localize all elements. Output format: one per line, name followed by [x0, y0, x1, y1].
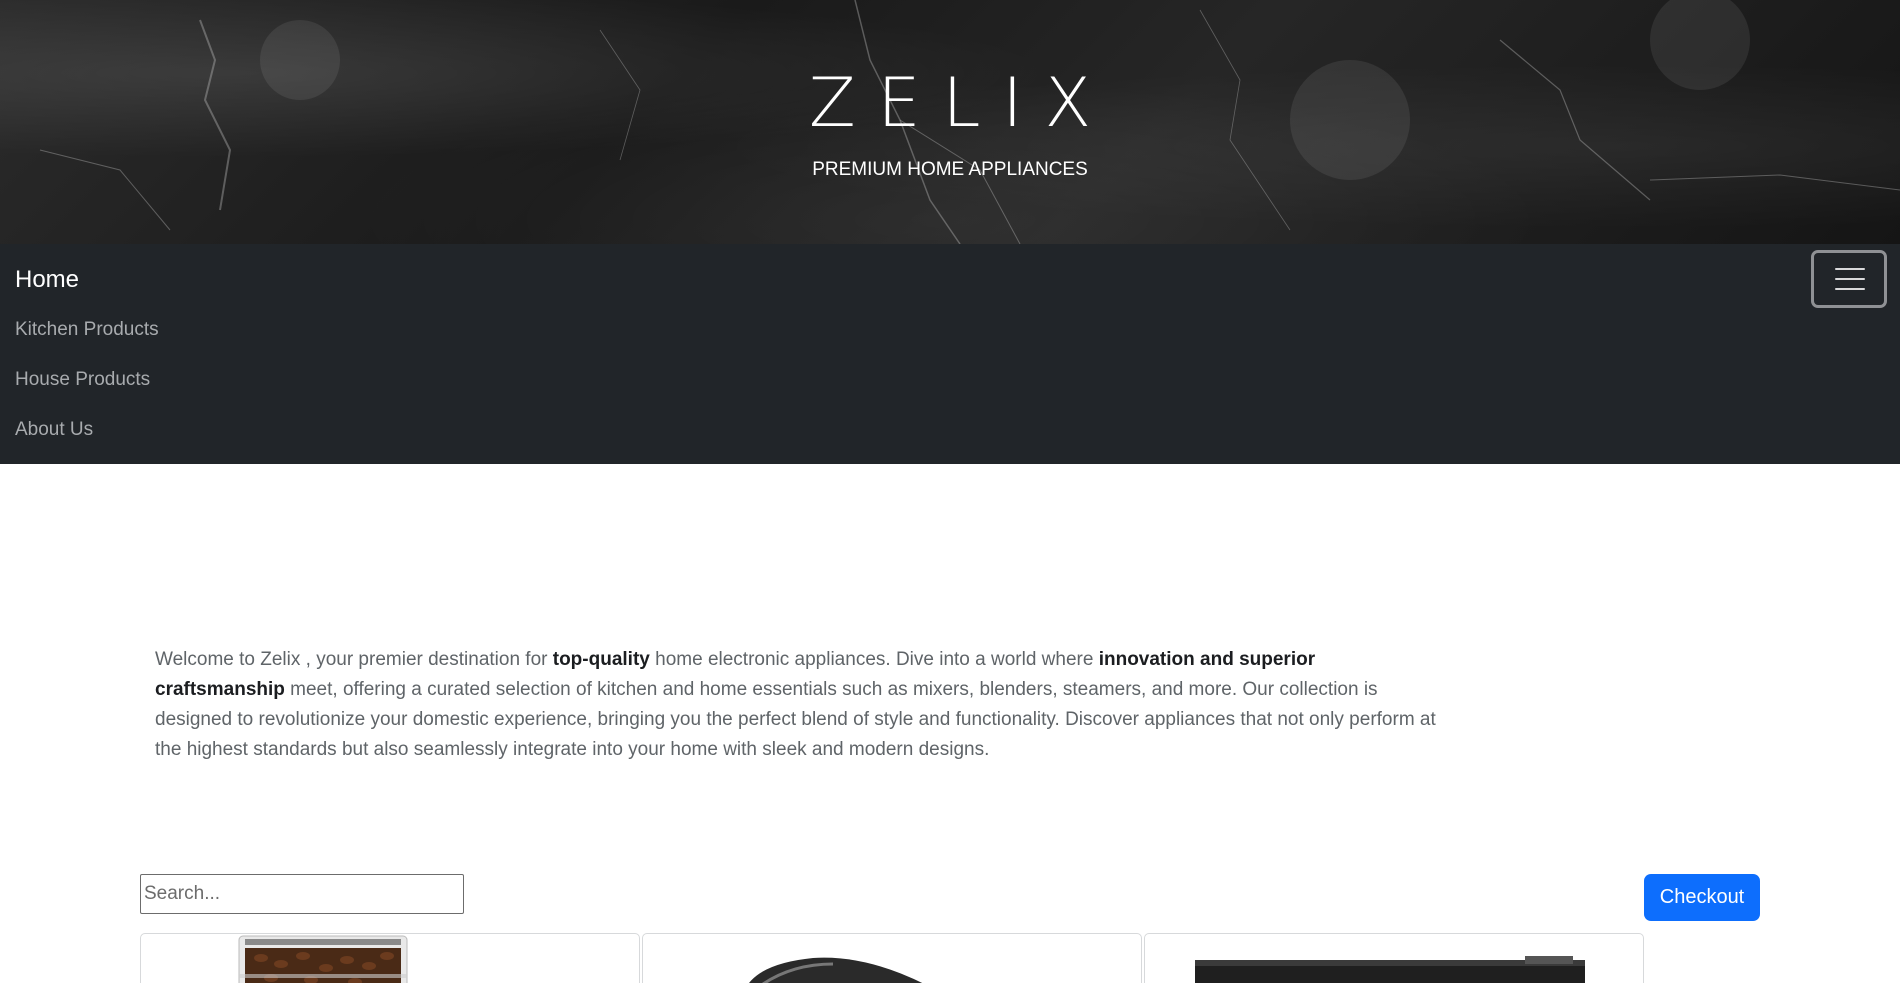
navbar-toggler-button[interactable]	[1811, 250, 1887, 308]
intro-text: meet, offering a curated selection of ki…	[155, 679, 1436, 760]
intro-highlight: top-quality	[552, 649, 650, 670]
main-navbar: Home Kitchen Products House Products Abo…	[0, 244, 1900, 464]
product-card[interactable]	[1144, 933, 1644, 983]
hamburger-menu-icon	[1835, 288, 1865, 290]
dark-appliance-image	[748, 957, 923, 983]
intro-text: home electronic appliances. Dive into a …	[649, 649, 1099, 670]
brand-tagline: PREMIUM HOME APPLIANCES	[812, 159, 1088, 180]
hamburger-menu-icon	[1835, 278, 1865, 280]
nav-item-kitchen-products[interactable]: Kitchen Products	[15, 318, 159, 342]
hero-banner: ZELIX PREMIUM HOME APPLIANCES	[0, 0, 1900, 244]
product-card[interactable]	[140, 933, 640, 983]
intro-paragraph: Welcome to Zelix , your premier destinat…	[155, 645, 1445, 765]
coffee-bean-container-image	[238, 935, 408, 983]
brand-title: ZELIX	[808, 64, 1114, 143]
checkout-button[interactable]: Checkout	[1644, 874, 1760, 921]
black-oven-image	[1195, 956, 1585, 983]
nav-home-link[interactable]: Home	[15, 264, 79, 296]
search-input[interactable]	[140, 874, 464, 914]
nav-item-house-products[interactable]: House Products	[15, 368, 150, 392]
product-card[interactable]	[642, 933, 1142, 983]
nav-item-about-us[interactable]: About Us	[15, 418, 93, 442]
intro-text: Welcome to Zelix , your premier destinat…	[155, 649, 553, 670]
hamburger-menu-icon	[1835, 268, 1865, 270]
